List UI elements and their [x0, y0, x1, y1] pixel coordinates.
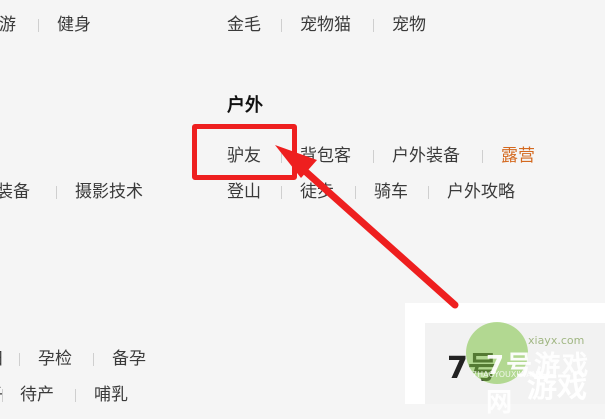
- separator: [482, 150, 483, 163]
- tag-maternity[interactable]: 妇: [0, 348, 3, 370]
- tag-travel[interactable]: 旅游: [0, 14, 16, 36]
- tag-cycling[interactable]: 骑车: [374, 181, 408, 203]
- tag-prenatal-check[interactable]: 孕检: [38, 348, 72, 370]
- tag-mountaineering[interactable]: 登山: [227, 181, 261, 203]
- tag-golden-retriever[interactable]: 金毛: [227, 14, 261, 36]
- tag-photography[interactable]: 摄影技术: [75, 181, 143, 203]
- tag-pregnancy-prep[interactable]: 备孕: [112, 348, 146, 370]
- section-title-outdoor: 户外: [227, 95, 263, 116]
- separator: [428, 186, 429, 199]
- tag-backpacker[interactable]: 背包客: [300, 145, 351, 167]
- tag-outdoor-gear[interactable]: 户外装备: [392, 145, 460, 167]
- separator: [373, 150, 374, 163]
- tag-fitness[interactable]: 健身: [57, 14, 91, 36]
- separator: [56, 186, 57, 199]
- separator: [281, 19, 282, 32]
- tag-awaiting-delivery[interactable]: 待产: [20, 384, 54, 406]
- separator: [38, 19, 39, 32]
- separator: [93, 353, 94, 366]
- watermark-game: 游戏: [527, 370, 587, 405]
- separator: [373, 19, 374, 32]
- tag-pet-cat[interactable]: 宠物猫: [300, 14, 351, 36]
- tag-camping[interactable]: 露营: [501, 145, 535, 167]
- tag-equipment[interactable]: 装备: [0, 181, 30, 203]
- tag-breastfeeding[interactable]: 哺乳: [94, 384, 128, 406]
- tag-hiking[interactable]: 徒步: [300, 181, 334, 203]
- separator: [19, 353, 20, 366]
- tag-pets[interactable]: 宠物: [392, 14, 426, 36]
- separator: [75, 389, 76, 402]
- highlight-box: [192, 124, 297, 180]
- separator: [281, 186, 282, 199]
- tag-outdoor-guide[interactable]: 户外攻略: [447, 181, 515, 203]
- separator: [355, 186, 356, 199]
- separator: [2, 389, 3, 402]
